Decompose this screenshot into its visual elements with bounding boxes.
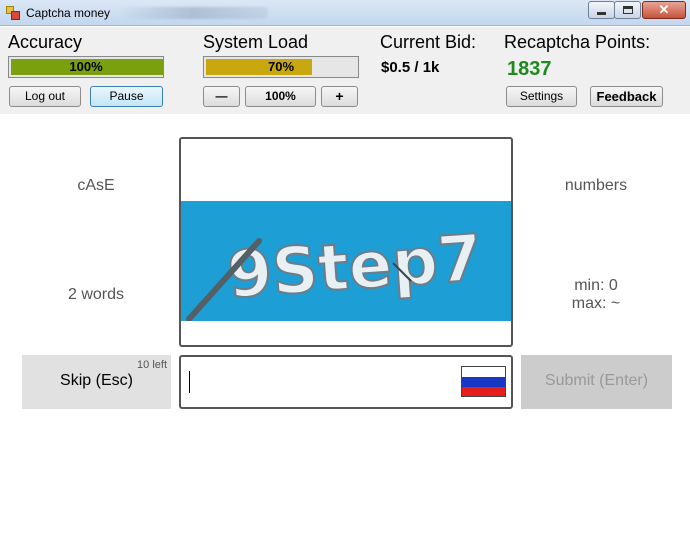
pause-button[interactable]: Pause [90,86,163,107]
minimize-icon [597,12,606,15]
system-load-progress-bar: 70% [203,56,359,78]
accuracy-label: Accuracy [8,32,83,52]
feedback-button[interactable]: Feedback [590,86,663,107]
skip-button-label: Skip (Esc) [60,372,133,389]
recaptcha-points-label: Recaptcha Points: [504,32,651,52]
system-load-label: System Load [203,32,309,52]
words-hint: 2 words [67,286,125,303]
numbers-hint: numbers [564,177,628,194]
close-icon: ✕ [658,2,670,17]
min-length-hint: min: 0 [574,277,618,294]
accuracy-value: 100% [69,59,103,74]
captcha-text: 9Step7 [225,222,485,314]
maximize-icon [622,6,633,14]
submit-button[interactable]: Submit (Enter) [521,355,672,409]
max-length-hint: max: ~ [571,295,621,312]
captchas-remaining: 10 left [137,359,167,371]
text-caret [189,371,190,393]
window-title: Captcha money [26,6,111,20]
minimize-button[interactable] [588,1,615,19]
app-icon [6,6,20,20]
decrease-load-button[interactable]: — [203,86,240,107]
captcha-graphic: 9Step7 [186,221,486,322]
case-hint: cAsE [77,177,115,194]
blurred-title-region [118,7,268,19]
settings-button[interactable]: Settings [506,86,577,107]
captcha-image: 9Step7 [181,201,511,322]
load-zoom-button[interactable]: 100% [245,86,316,107]
stats-panel: Accuracy 100% Log out Pause System Load … [0,27,690,114]
current-bid-label: Current Bid: [380,32,477,52]
length-hint: min: 0 max: ~ [520,277,672,313]
increase-load-button[interactable]: + [321,86,358,107]
current-bid-value: $0.5 / 1k [381,59,440,76]
logout-button[interactable]: Log out [9,86,81,107]
close-button[interactable]: ✕ [642,1,686,19]
system-load-value: 70% [267,59,295,74]
skip-button[interactable]: 10 left Skip (Esc) [22,355,171,409]
captcha-answer-input[interactable] [179,355,513,409]
accuracy-progress-bar: 100% [8,56,164,78]
recaptcha-points-value: 1837 [507,58,552,80]
russia-flag-icon[interactable] [461,366,506,397]
submit-button-label: Submit (Enter) [544,372,649,389]
maximize-button[interactable] [614,1,641,19]
captcha-frame: 9Step7 [179,137,513,347]
title-bar: Captcha money ✕ [0,0,690,26]
